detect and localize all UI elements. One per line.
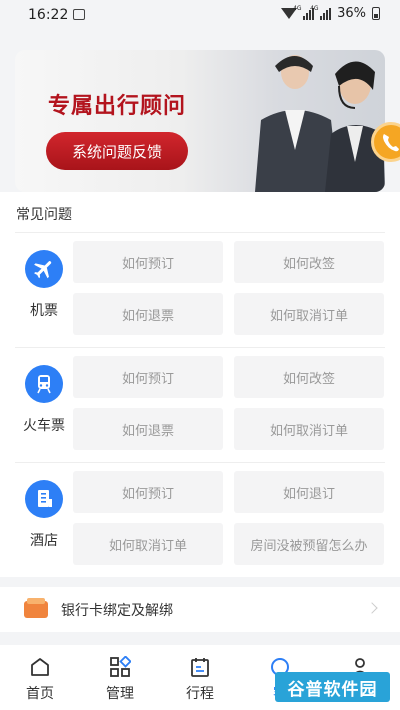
question-button[interactable]: 如何预订: [73, 471, 223, 513]
signal-icon-2: 4G: [310, 5, 332, 20]
banner-title: 专属出行顾问: [48, 94, 187, 119]
watermark: 谷普软件园: [275, 672, 390, 702]
question-button[interactable]: 如何改签: [234, 241, 384, 283]
question-button[interactable]: 如何退票: [73, 293, 223, 335]
status-bar: 16:22 4G 4G 36%: [0, 0, 400, 30]
question-button[interactable]: 如何取消订单: [73, 523, 223, 565]
bank-card-icon: [24, 598, 48, 618]
tab-label: 管理: [106, 686, 134, 702]
advisor-banner[interactable]: 专属出行顾问 系统问题反馈: [15, 50, 385, 192]
bank-card-label: 银行卡绑定及解绑: [61, 603, 173, 619]
hotel-icon: [25, 480, 63, 518]
tab-home[interactable]: 首页: [0, 645, 80, 710]
faq-section-flight: 机票 如何预订 如何改签 如何退票 如何取消订单: [0, 236, 400, 348]
question-button[interactable]: 如何预订: [73, 241, 223, 283]
question-button[interactable]: 如何取消订单: [234, 293, 384, 335]
tab-label: 行程: [186, 686, 214, 702]
question-button[interactable]: 如何取消订单: [234, 408, 384, 450]
bank-card-row[interactable]: 银行卡绑定及解绑: [0, 587, 400, 632]
network-type-2: 4G: [310, 4, 319, 12]
status-indicators: 4G 4G 36%: [281, 4, 380, 21]
divider: [15, 232, 385, 233]
gallery-notification-icon: [73, 9, 85, 20]
question-button[interactable]: 如何预订: [73, 356, 223, 398]
feedback-button[interactable]: 系统问题反馈: [46, 132, 188, 170]
customer-service-photo: [255, 55, 385, 192]
faq-section-hotel: 酒店 如何预订 如何退订 如何取消订单 房间没被预留怎么办: [0, 466, 400, 578]
faq-title: 常见问题: [16, 207, 72, 223]
faq-card: 常见问题 机票 如何预订 如何改签 如何退票 如何取消订单 火车票 如何预订 如…: [0, 192, 400, 577]
battery-percent: 36%: [337, 6, 366, 21]
phone-icon: [383, 134, 399, 152]
question-button[interactable]: 房间没被预留怎么办: [234, 523, 384, 565]
train-icon: [25, 365, 63, 403]
question-button[interactable]: 如何退票: [73, 408, 223, 450]
home-icon: [31, 658, 49, 676]
divider: [15, 462, 385, 463]
plane-icon: [25, 250, 63, 288]
tab-trips[interactable]: 行程: [160, 645, 240, 710]
question-button[interactable]: 如何退订: [234, 471, 384, 513]
calendar-icon: [191, 658, 209, 677]
divider: [15, 347, 385, 348]
network-type-1: 4G: [293, 4, 302, 12]
faq-section-train: 火车票 如何预订 如何改签 如何退票 如何取消订单: [0, 351, 400, 463]
tab-manage[interactable]: 管理: [80, 645, 160, 710]
chevron-right-icon: [366, 602, 378, 614]
battery-icon: [372, 7, 380, 20]
phone-float-button[interactable]: [371, 122, 400, 162]
tab-label: 首页: [26, 686, 54, 702]
status-time: 16:22: [28, 7, 69, 23]
grid-icon: [110, 656, 131, 677]
question-button[interactable]: 如何改签: [234, 356, 384, 398]
